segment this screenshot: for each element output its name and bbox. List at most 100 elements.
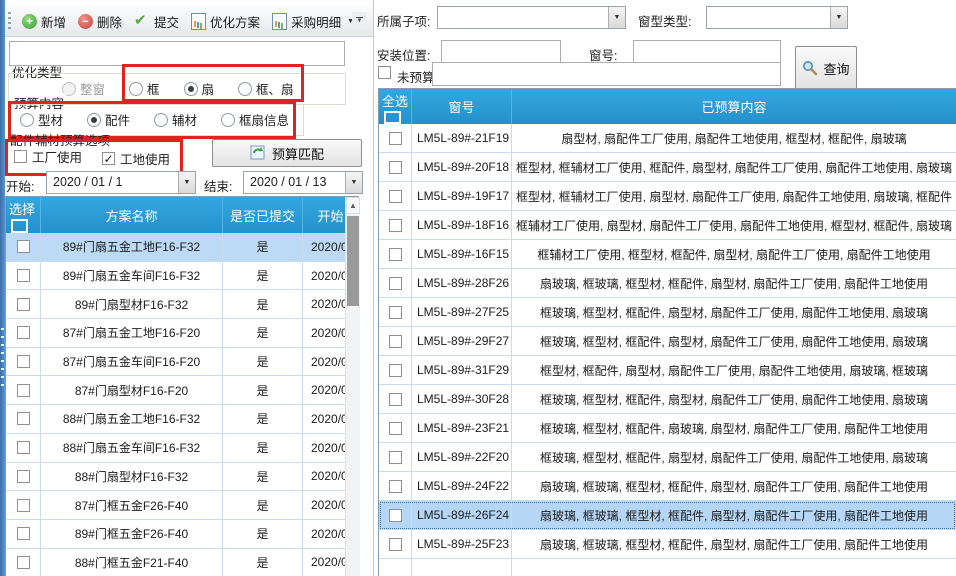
table-row[interactable]: LM5L-89#-19F17框型材, 框辅材工厂使用, 扇型材, 扇配件工厂使用…: [379, 182, 956, 211]
date-end-picker[interactable]: 2020 / 01 / 13 ▼: [243, 171, 363, 194]
table-row[interactable]: LM5L-89#-22F20框玻璃, 框型材, 框配件, 扇型材, 扇配件工厂使…: [379, 443, 956, 472]
header-select[interactable]: 选择: [6, 197, 41, 233]
header-select-all[interactable]: 全选: [379, 89, 412, 124]
date-start-picker[interactable]: 2020 / 01 / 1 ▼: [46, 171, 196, 194]
radio-budget-auxiliary[interactable]: 辅材: [154, 110, 197, 129]
scheme-name-cell: 89#门扇五金车间F16-F32: [41, 262, 223, 290]
toolbar-button-delete[interactable]: 删除: [72, 9, 128, 34]
table-row[interactable]: LM5L-89#-21F19扇型材, 扇配件工厂使用, 扇配件工地使用, 框型材…: [379, 124, 956, 153]
table-row[interactable]: 88#门扇五金车间F16-F32是2020/0: [6, 434, 358, 463]
table-row[interactable]: 87#门扇五金车间F16-F20是2020/0: [6, 348, 358, 377]
checkbox-site-use[interactable]: 工地使用: [102, 149, 170, 168]
checkbox-factory-use[interactable]: 工厂使用: [14, 147, 82, 166]
header-window-no[interactable]: 窗号: [412, 89, 512, 124]
row-checkbox[interactable]: [17, 470, 30, 483]
chevron-down-icon[interactable]: ▼: [178, 172, 195, 193]
toolbar-overflow-button[interactable]: ▼: [352, 12, 367, 29]
row-checkbox[interactable]: [17, 499, 30, 512]
scrollbar-thumb[interactable]: [347, 216, 359, 306]
row-checkbox[interactable]: [17, 298, 30, 311]
table-row[interactable]: 89#门框五金F26-F40是2020/0: [6, 520, 358, 549]
table-row[interactable]: LM5L-89#-20F18框型材, 框辅材工厂使用, 框配件, 扇型材, 扇配…: [379, 153, 956, 182]
table-row[interactable]: 88#门框五金F21-F40是2020/0: [6, 549, 358, 576]
splitter-grip-icon[interactable]: [1, 328, 4, 390]
table-row[interactable]: LM5L-89#-25F23扇玻璃, 框玻璃, 框型材, 框配件, 扇型材, 扇…: [379, 530, 956, 559]
toolbar-grip-icon[interactable]: [8, 12, 11, 30]
row-checkbox[interactable]: [389, 422, 402, 435]
table-row[interactable]: 89#门扇五金车间F16-F32是2020/0: [6, 262, 358, 291]
row-checkbox[interactable]: [17, 441, 30, 454]
table-row[interactable]: LM5L-89#-26F24扇玻璃, 框玻璃, 框型材, 框配件, 扇型材, 扇…: [379, 501, 956, 530]
select-all-checkbox[interactable]: [384, 111, 401, 124]
radio-budget-profile[interactable]: 型材: [20, 110, 63, 129]
vertical-scrollbar[interactable]: ▲: [345, 197, 360, 576]
table-row[interactable]: 87#门框五金F26-F40是2020/0: [6, 491, 358, 520]
row-checkbox[interactable]: [17, 384, 30, 397]
panel-separator[interactable]: [373, 0, 374, 576]
row-checkbox[interactable]: [389, 451, 402, 464]
install-position-input[interactable]: [441, 40, 561, 63]
row-checkbox[interactable]: [389, 306, 402, 319]
table-row[interactable]: 87#门扇型材F16-F20是2020/0: [6, 376, 358, 405]
table-row[interactable]: LM5L-89#-16F15框辅材工厂使用, 框型材, 框配件, 扇型材, 扇配…: [379, 240, 956, 269]
row-checkbox[interactable]: [17, 412, 30, 425]
radio-budget-frame-sash-info[interactable]: 框扇信息: [221, 110, 289, 129]
toolbar-button-add[interactable]: 新增: [16, 9, 72, 34]
row-checkbox[interactable]: [389, 161, 402, 174]
row-checkbox[interactable]: [17, 556, 30, 569]
table-row[interactable]: LM5L-89#-28F26扇玻璃, 框玻璃, 框型材, 框配件, 扇型材, 扇…: [379, 269, 956, 298]
row-checkbox[interactable]: [17, 326, 30, 339]
header-scheme-name[interactable]: 方案名称: [41, 197, 223, 233]
table-row[interactable]: LM5L-89#-24F22扇玻璃, 框玻璃, 框型材, 框配件, 扇型材, 扇…: [379, 472, 956, 501]
radio-optimize-sash[interactable]: 扇: [184, 79, 215, 98]
table-row[interactable]: LM5L-89#-29F27框玻璃, 框型材, 框配件, 扇型材, 扇配件工厂使…: [379, 327, 956, 356]
row-checkbox[interactable]: [389, 132, 402, 145]
row-checkbox[interactable]: [389, 277, 402, 290]
table-row[interactable]: 88#门扇型材F16-F32是2020/0: [6, 463, 358, 492]
row-checkbox[interactable]: [389, 538, 402, 551]
window-no-cell: LM5L-89#-30F28: [412, 385, 512, 413]
table-row[interactable]: LM5L-89#-30F28框玻璃, 框型材, 框配件, 扇型材, 扇配件工厂使…: [379, 385, 956, 414]
row-checkbox[interactable]: [17, 240, 30, 253]
radio-budget-accessory[interactable]: 配件: [87, 110, 130, 129]
table-row[interactable]: 89#门扇型材F16-F32是2020/0: [6, 290, 358, 319]
toolbar-button-submit[interactable]: 提交: [128, 9, 185, 34]
row-checkbox[interactable]: [389, 480, 402, 493]
header-submitted[interactable]: 是否已提交: [223, 197, 303, 233]
select-all-checkbox[interactable]: [11, 219, 28, 233]
row-checkbox[interactable]: [17, 527, 30, 540]
window-type-select[interactable]: ▼: [706, 6, 848, 29]
sub-item-select[interactable]: ▼: [437, 6, 626, 29]
table-row[interactable]: LM5L-89#-27F25框玻璃, 框型材, 框配件, 扇型材, 扇配件工厂使…: [379, 298, 956, 327]
no-budget-input[interactable]: [432, 62, 781, 86]
header-budgeted-content[interactable]: 已预算内容: [512, 89, 956, 124]
row-checkbox[interactable]: [17, 355, 30, 368]
table-row[interactable]: LM5L-89#-18F16框辅材工厂使用, 扇型材, 扇配件工厂使用, 扇配件…: [379, 211, 956, 240]
table-row[interactable]: 88#门扇五金工地F16-F32是2020/0: [6, 405, 358, 434]
table-row[interactable]: 89#门扇五金工地F16-F32是2020/0: [6, 233, 358, 262]
table-row[interactable]: 87#门扇五金工地F16-F20是2020/0: [6, 319, 358, 348]
toolbar-button-optimize-plan[interactable]: 优化方案: [185, 9, 266, 34]
radio-optimize-frame-sash[interactable]: 框、扇: [238, 79, 294, 98]
row-checkbox[interactable]: [389, 190, 402, 203]
chevron-down-icon: ▼: [357, 19, 363, 24]
query-button[interactable]: 查询: [795, 46, 857, 90]
budget-match-button[interactable]: 预算匹配: [212, 139, 362, 167]
window-no-input[interactable]: [633, 40, 781, 63]
chevron-down-icon[interactable]: ▼: [608, 7, 625, 28]
row-checkbox[interactable]: [17, 269, 30, 282]
scroll-up-button[interactable]: ▲: [346, 197, 360, 214]
toolbar-button-purchase-detail[interactable]: 采购明细▼: [266, 9, 360, 34]
chevron-down-icon[interactable]: ▼: [345, 172, 362, 193]
no-budget-checkbox[interactable]: [378, 66, 391, 79]
row-checkbox[interactable]: [389, 248, 402, 261]
row-checkbox[interactable]: [389, 393, 402, 406]
row-checkbox[interactable]: [389, 335, 402, 348]
row-checkbox[interactable]: [389, 219, 402, 232]
table-row[interactable]: LM5L-89#-23F21框玻璃, 框型材, 框配件, 扇玻璃, 扇型材, 扇…: [379, 414, 956, 443]
radio-optimize-frame[interactable]: 框: [129, 79, 160, 98]
table-row[interactable]: LM5L-89#-31F29框型材, 框配件, 扇型材, 扇配件工厂使用, 扇配…: [379, 356, 956, 385]
chevron-down-icon[interactable]: ▼: [830, 7, 847, 28]
row-checkbox[interactable]: [389, 364, 402, 377]
row-checkbox[interactable]: [389, 509, 402, 522]
